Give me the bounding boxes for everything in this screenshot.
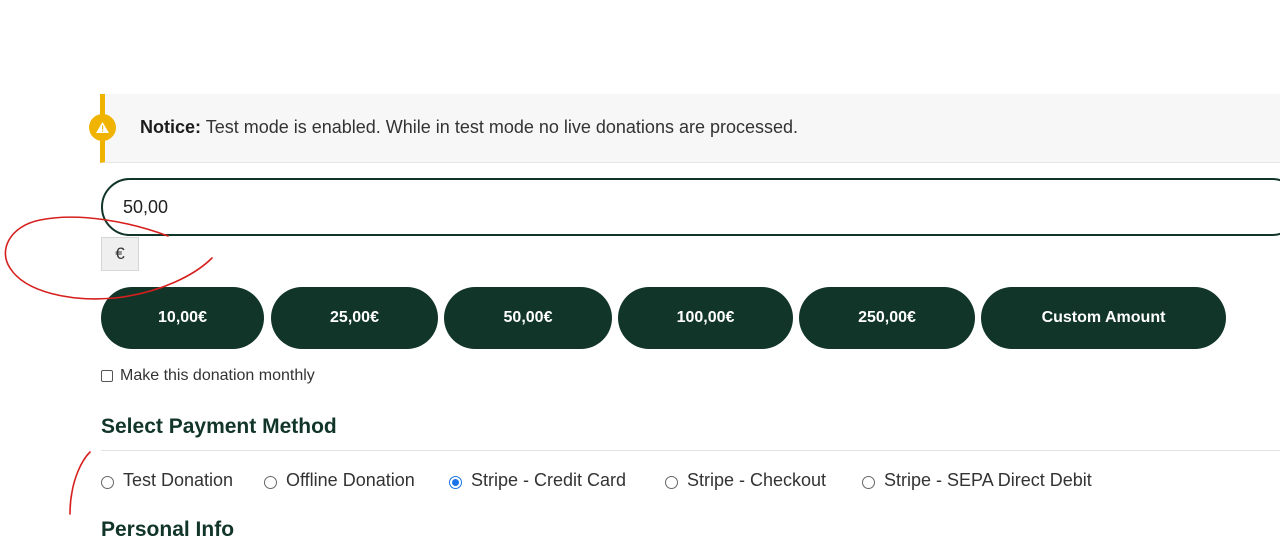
- radio-stripe-checkout[interactable]: [665, 475, 678, 489]
- gateway-label: Stripe - Credit Card: [471, 470, 627, 490]
- gateway-offline-donation[interactable]: Offline Donation: [264, 470, 415, 491]
- warning-icon: [89, 114, 116, 141]
- currency-symbol: €: [101, 237, 139, 271]
- level-button-10[interactable]: 10,00€: [101, 287, 264, 349]
- gateway-label: Test Donation: [123, 470, 234, 490]
- level-button-50[interactable]: 50,00€: [444, 287, 612, 349]
- test-mode-notice: Notice: Test mode is enabled. While in t…: [89, 94, 1280, 163]
- level-button-250[interactable]: 250,00€: [799, 287, 975, 349]
- notice-label: Notice:: [140, 117, 202, 137]
- gateway-stripe-credit-card[interactable]: Stripe - Credit Card: [449, 470, 626, 491]
- notice-text: Notice: Test mode is enabled. While in t…: [140, 117, 798, 138]
- monthly-donation-option[interactable]: Make this donation monthly: [101, 367, 315, 385]
- payment-method-title: Select Payment Method: [101, 415, 337, 438]
- gateway-label: Stripe - SEPA Direct Debit: [884, 470, 1092, 490]
- gateway-stripe-sepa[interactable]: Stripe - SEPA Direct Debit: [862, 470, 1092, 491]
- gateway-label: Offline Donation: [286, 470, 415, 490]
- gateway-label: Stripe - Checkout: [687, 470, 827, 490]
- radio-stripe-sepa[interactable]: [862, 475, 875, 489]
- donation-amount-input[interactable]: [101, 178, 1280, 236]
- gateway-test-donation[interactable]: Test Donation: [101, 470, 233, 491]
- monthly-label: Make this donation monthly: [120, 367, 315, 384]
- personal-info-title: Personal Info: [101, 518, 235, 541]
- divider: [101, 450, 1280, 451]
- radio-offline-donation[interactable]: [264, 475, 277, 489]
- red-annotation-marks: [4, 216, 213, 515]
- notice-message: Test mode is enabled. While in test mode…: [201, 117, 799, 137]
- level-button-100[interactable]: 100,00€: [618, 287, 793, 349]
- gateway-stripe-checkout[interactable]: Stripe - Checkout: [665, 470, 826, 491]
- radio-test-donation[interactable]: [101, 475, 114, 489]
- monthly-checkbox[interactable]: [101, 370, 113, 382]
- level-button-25[interactable]: 25,00€: [271, 287, 438, 349]
- red-stroke-annotation: [69, 451, 91, 515]
- radio-stripe-credit-card[interactable]: [449, 475, 462, 489]
- level-button-custom[interactable]: Custom Amount: [981, 287, 1226, 349]
